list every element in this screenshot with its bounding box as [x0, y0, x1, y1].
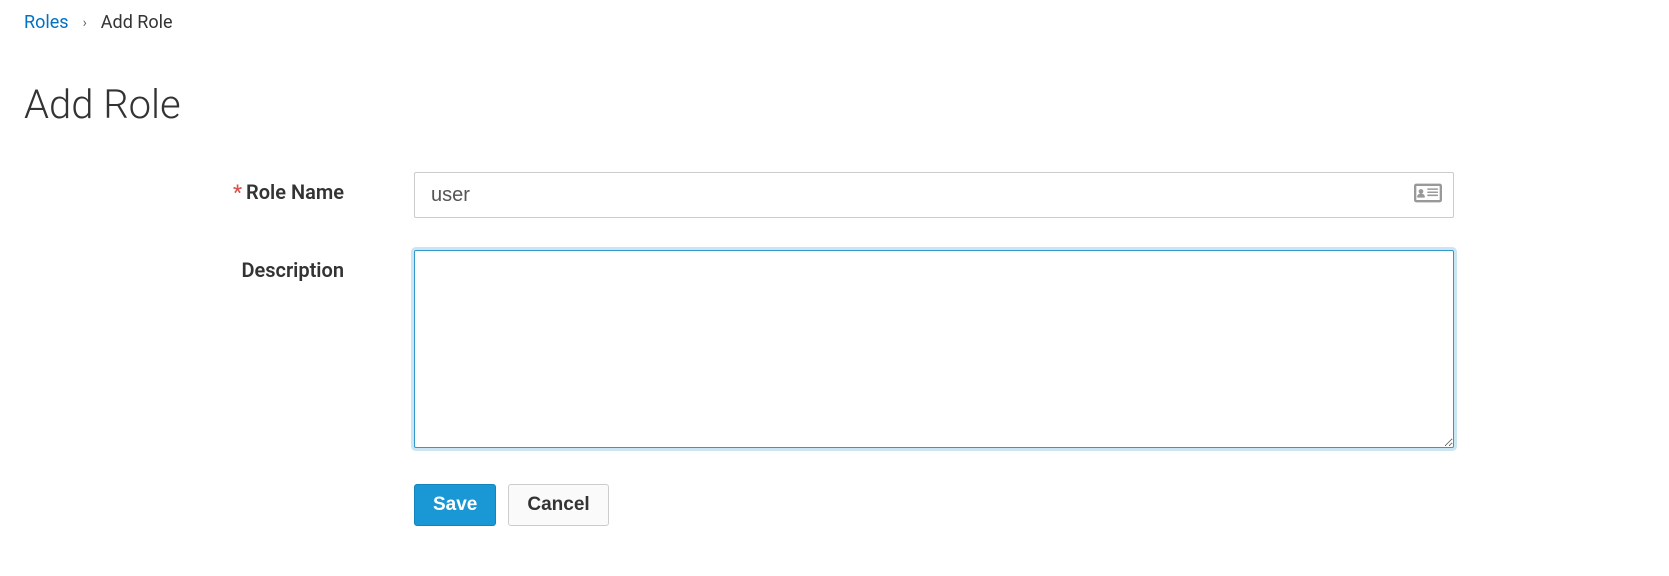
form-row-description: Description	[24, 250, 1645, 452]
description-input-wrap	[414, 250, 1454, 452]
description-label: Description	[24, 250, 414, 282]
breadcrumb-link-roles[interactable]: Roles	[24, 12, 69, 33]
breadcrumb-separator: ›	[83, 15, 87, 31]
page-title: Add Role	[24, 81, 1645, 128]
form-actions: Save Cancel	[414, 484, 1645, 526]
save-button[interactable]: Save	[414, 484, 496, 526]
required-indicator: *	[233, 180, 242, 204]
role-name-label-text: Role Name	[246, 180, 344, 204]
breadcrumb: Roles › Add Role	[24, 12, 1645, 33]
role-name-input-wrap	[414, 172, 1454, 218]
role-name-input[interactable]	[414, 172, 1454, 218]
role-name-label: *Role Name	[24, 172, 414, 204]
form-row-role-name: *Role Name	[24, 172, 1645, 218]
description-textarea[interactable]	[414, 250, 1454, 448]
breadcrumb-current: Add Role	[101, 12, 173, 33]
cancel-button[interactable]: Cancel	[508, 484, 608, 526]
